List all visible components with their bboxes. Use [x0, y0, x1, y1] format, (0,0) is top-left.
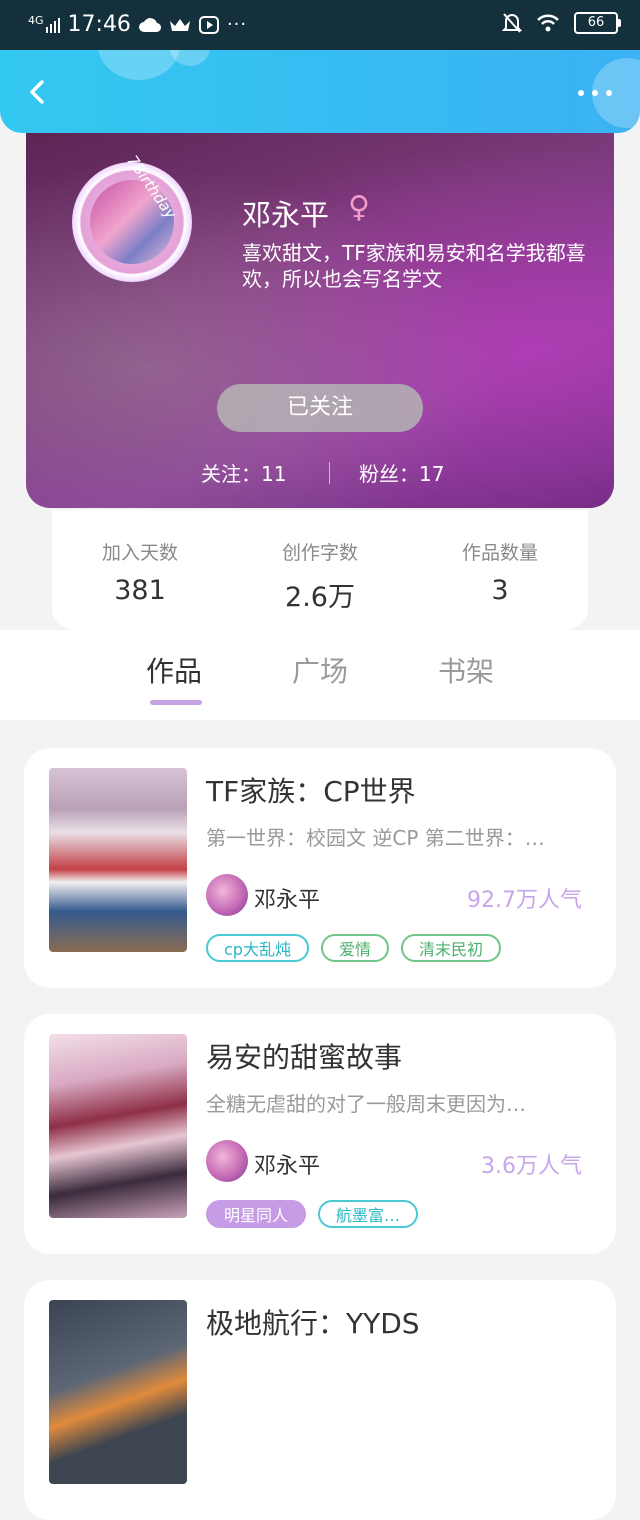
stat-label: 作品数量 — [461, 542, 538, 564]
cloud-icon — [139, 17, 161, 32]
dot-icon — [606, 90, 612, 96]
stat-word-count: 创作字数 2.6万 — [240, 538, 400, 614]
more-options-button[interactable] — [578, 88, 612, 98]
decorative-bubble — [98, 50, 180, 80]
stat-work-count: 作品数量 3 — [420, 538, 580, 606]
profile-bio: 喜欢甜文，TF家族和易安和名学我都喜欢，所以也会写名学文 — [242, 241, 586, 291]
tag[interactable]: 爱情 — [320, 934, 389, 962]
chevron-left-icon — [30, 80, 44, 104]
tab-square[interactable]: 广场 — [270, 650, 370, 690]
bell-muted-icon — [502, 13, 522, 33]
tag[interactable]: 航墨富… — [318, 1200, 419, 1228]
wifi-icon — [537, 14, 559, 32]
work-title[interactable]: 极地航行：YYDS — [206, 1302, 420, 1342]
work-title[interactable]: TF家族：CP世界 — [206, 770, 416, 810]
back-button[interactable] — [20, 72, 60, 112]
author-avatar[interactable] — [206, 874, 248, 916]
stat-join-days: 加入天数 381 — [60, 538, 220, 606]
work-card[interactable]: 易安的甜蜜故事 全糖无虐甜的对了一般周末更因为… 邓永平 3.6万人气 明星同人… — [24, 1014, 616, 1254]
creator-stats-panel: 加入天数 381 创作字数 2.6万 作品数量 3 — [52, 510, 588, 630]
tag[interactable]: cp大乱炖 — [206, 934, 309, 962]
tab-bar: 作品 广场 书架 — [0, 630, 640, 720]
profile-name: 邓永平 — [242, 198, 330, 232]
stat-label: 创作字数 — [281, 542, 358, 564]
popularity-count: 92.7万人气 — [467, 888, 582, 913]
following-count[interactable]: 关注：11 — [201, 458, 286, 487]
tab-bookshelf[interactable]: 书架 — [416, 650, 516, 690]
work-card[interactable]: 极地航行：YYDS — [24, 1280, 616, 1520]
work-cover-image[interactable] — [49, 1034, 187, 1218]
top-nav-bar — [0, 50, 640, 133]
work-card[interactable]: TF家族：CP世界 第一世界：校园文 逆CP 第二世界：… 邓永平 92.7万人… — [24, 748, 616, 988]
signal-icon — [45, 17, 60, 33]
follow-stats: 关注：11 粉丝：17 — [26, 458, 614, 488]
play-box-icon — [198, 15, 219, 34]
stat-value: 3 — [491, 575, 509, 606]
author-avatar[interactable] — [206, 1140, 248, 1182]
stat-value: 381 — [114, 575, 166, 606]
stat-label: 加入天数 — [101, 542, 178, 564]
tab-works[interactable]: 作品 — [124, 650, 224, 690]
author-name[interactable]: 邓永平 — [254, 1148, 320, 1180]
work-cover-image[interactable] — [49, 768, 187, 952]
status-bar: 4G 17:46 ··· 66 — [0, 0, 640, 50]
user-avatar[interactable] — [72, 162, 192, 282]
divider — [329, 462, 330, 484]
network-indicator: 4G — [28, 14, 44, 27]
work-description: 第一世界：校园文 逆CP 第二世界：… — [206, 826, 545, 850]
work-description: 全糖无虐甜的对了一般周末更因为… — [206, 1092, 526, 1116]
status-time: 17:46 — [67, 12, 131, 37]
fans-count[interactable]: 粉丝：17 — [359, 458, 444, 487]
popularity-count: 3.6万人气 — [481, 1154, 582, 1179]
tag[interactable]: 明星同人 — [206, 1200, 307, 1228]
follow-button[interactable]: 已关注 — [217, 384, 423, 432]
female-icon: ♀ — [348, 190, 370, 225]
tag[interactable]: 清末民初 — [400, 934, 501, 962]
active-tab-indicator — [150, 700, 202, 705]
dot-icon — [592, 90, 598, 96]
tag-list: 明星同人 航墨富… — [206, 1200, 419, 1228]
tag-list: cp大乱炖 爱情 清末民初 — [206, 934, 501, 962]
dot-icon — [578, 90, 584, 96]
battery-indicator: 66 — [574, 12, 621, 34]
work-title[interactable]: 易安的甜蜜故事 — [206, 1036, 402, 1076]
crown-icon — [169, 18, 190, 31]
profile-header-card: 7Birthday 邓永平 ♀ 喜欢甜文，TF家族和易安和名学我都喜欢，所以也会… — [26, 110, 614, 508]
decorative-bubble — [170, 50, 210, 66]
more-status-icon: ··· — [226, 14, 248, 35]
work-cover-image[interactable] — [49, 1300, 187, 1484]
author-name[interactable]: 邓永平 — [254, 882, 320, 914]
stat-value: 2.6万 — [285, 582, 355, 613]
